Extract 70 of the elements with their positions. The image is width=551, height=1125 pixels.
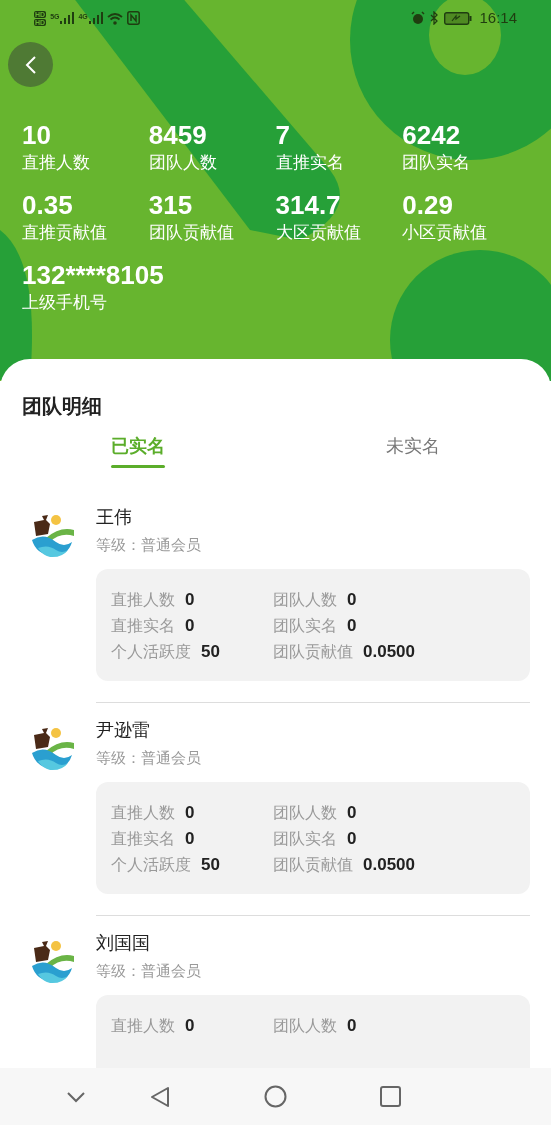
member-stat-label: 团队贡献值	[273, 855, 353, 875]
member-stat-value: 0	[185, 802, 195, 824]
member-stat-value: 0	[347, 589, 357, 611]
stat-label: 直推人数	[22, 152, 91, 174]
avatar-logo-icon	[30, 725, 76, 771]
member-name: 刘国国	[96, 932, 151, 955]
member-name: 尹逊雷	[96, 719, 151, 742]
wifi-icon	[106, 11, 123, 25]
member-stat-value: 0	[185, 1015, 195, 1037]
member-stat-value: 0	[185, 615, 195, 637]
member-stat-label: 团队人数	[273, 803, 337, 823]
member-level: 等级：普通会员	[96, 961, 202, 981]
member-stat-value: 0	[185, 589, 195, 611]
member-stat-value: 0	[185, 828, 195, 850]
panel-title: 团队明细	[22, 395, 102, 417]
signal-icon	[88, 12, 103, 24]
member-stat-value: 0	[347, 615, 357, 637]
stat-label: 上级手机号	[22, 292, 108, 314]
stat-label: 团队人数	[148, 152, 218, 174]
member-stat-label: 团队人数	[273, 590, 337, 610]
recents-icon[interactable]	[380, 1086, 401, 1107]
stat-value: 8459	[148, 119, 208, 151]
member-stat-label: 个人活跃度	[111, 642, 191, 662]
member-stat-label: 团队实名	[273, 829, 337, 849]
collapse-chevron-icon[interactable]	[66, 1090, 86, 1103]
stat-value: 6242	[402, 119, 462, 151]
avatar-logo-icon	[30, 938, 76, 984]
bluetooth-icon	[430, 11, 440, 25]
tab[interactable]: 未实名	[275, 433, 551, 468]
tab[interactable]: 已实名	[0, 433, 276, 468]
stat-value: 10	[22, 119, 52, 151]
stat-label: 团队实名	[402, 152, 472, 174]
member-stat-label: 直推人数	[111, 803, 175, 823]
stat-value: 7	[275, 119, 291, 151]
member-stat-label: 团队贡献值	[273, 642, 353, 662]
alarm-icon	[411, 11, 426, 25]
member-stat-label: 直推人数	[111, 1016, 175, 1036]
back-chevron-icon	[24, 54, 37, 75]
member-stat-value: 0	[347, 802, 357, 824]
member-stat-value: 0.0500	[363, 854, 415, 876]
stat-label: 直推贡献值	[22, 222, 108, 244]
member-level: 等级：普通会员	[96, 535, 202, 555]
member-stat-label: 直推人数	[111, 590, 175, 610]
stat-value: 314.7	[275, 189, 342, 221]
member-stat-label: 直推实名	[111, 829, 175, 849]
signal-icon	[60, 12, 75, 24]
member-stat-value: 0.0500	[363, 641, 415, 663]
member-stat-value: 0	[347, 828, 357, 850]
stat-value: 0.29	[402, 189, 454, 221]
member-stat-value: 50	[201, 854, 220, 876]
stat-value: 0.35	[22, 189, 74, 221]
member-level: 等级：普通会员	[96, 748, 202, 768]
stat-label: 团队贡献值	[148, 222, 235, 244]
stat-label: 直推实名	[275, 152, 345, 174]
nfc-icon	[126, 11, 140, 25]
stat-label: 小区贡献值	[402, 222, 489, 244]
member-stat-value: 50	[201, 641, 220, 663]
member-stat-label: 团队人数	[273, 1016, 337, 1036]
back-icon[interactable]	[150, 1085, 170, 1108]
member-stat-label: 个人活跃度	[111, 855, 191, 875]
home-icon[interactable]	[264, 1085, 287, 1108]
member-stat-value: 0	[347, 1015, 357, 1037]
battery-icon	[444, 11, 473, 25]
avatar-logo-icon	[30, 512, 76, 558]
member-stat-label: 直推实名	[111, 616, 175, 636]
member-stat-label: 团队实名	[273, 616, 337, 636]
member-name: 王伟	[96, 506, 133, 529]
stat-value: 132****8105	[22, 259, 165, 291]
stat-label: 大区贡献值	[275, 222, 362, 244]
stat-value: 315	[148, 189, 194, 221]
